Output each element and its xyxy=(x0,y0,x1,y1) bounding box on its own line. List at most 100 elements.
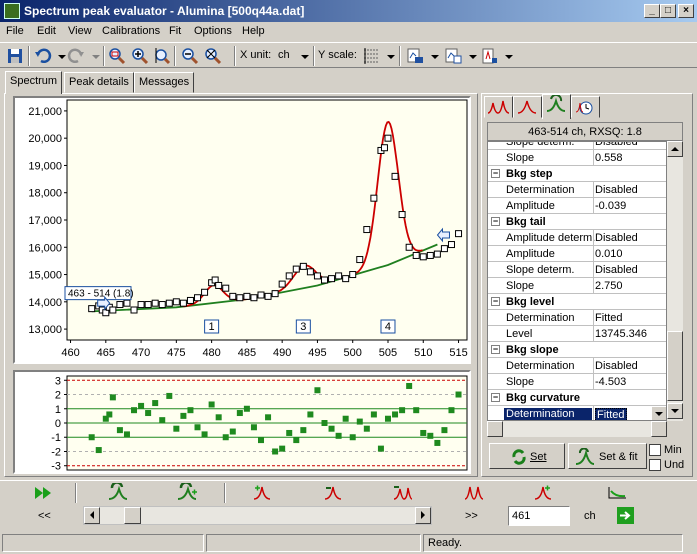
tab-background-view[interactable] xyxy=(542,93,571,119)
scroll-right-button[interactable] xyxy=(651,421,667,437)
scroll-right-button[interactable] xyxy=(415,507,431,524)
multi-peak-icon[interactable] xyxy=(463,483,485,501)
dropdown-button[interactable] xyxy=(651,406,666,420)
channel-scrollbar[interactable] xyxy=(83,506,432,525)
property-hscrollbar[interactable] xyxy=(487,421,667,437)
property-value[interactable]: 13745.346 xyxy=(595,328,647,340)
chevron-down-icon[interactable] xyxy=(295,46,315,66)
channel-input[interactable]: 461 xyxy=(508,506,570,526)
property-value[interactable]: 0.558 xyxy=(595,152,623,164)
scroll-thumb[interactable] xyxy=(667,331,683,401)
tab-messages[interactable]: Messages xyxy=(134,72,195,93)
baseline-icon[interactable] xyxy=(606,483,628,501)
collapse-icon[interactable]: − xyxy=(491,217,500,226)
minimize-button[interactable]: _ xyxy=(644,4,660,18)
go-arrow-icon[interactable] xyxy=(617,507,634,524)
maximize-button[interactable]: □ xyxy=(660,4,676,18)
zoom-region-icon[interactable] xyxy=(107,46,127,66)
property-row[interactable]: Slope determ. Disabled xyxy=(488,142,666,150)
property-category[interactable]: − Bkg tail xyxy=(488,214,666,230)
menu-view[interactable]: View xyxy=(68,25,92,37)
property-row[interactable]: Slope determ. Disabled xyxy=(488,262,666,278)
property-category[interactable]: − Bkg slope xyxy=(488,342,666,358)
collapse-icon[interactable]: − xyxy=(491,345,500,354)
property-value[interactable]: Fitted xyxy=(595,312,623,324)
chevron-down-icon[interactable] xyxy=(381,46,401,66)
add-single-peak-icon[interactable] xyxy=(532,483,554,501)
fit-background-icon[interactable] xyxy=(107,483,129,501)
property-category[interactable]: − Bkg level xyxy=(488,294,666,310)
zoom-in-icon[interactable] xyxy=(130,46,150,66)
zoom-out-icon[interactable] xyxy=(180,46,200,66)
property-value[interactable]: Disabled xyxy=(595,232,638,244)
scroll-down-button[interactable] xyxy=(667,403,683,419)
print-chart-icon[interactable] xyxy=(479,46,499,66)
property-row[interactable]: Amplitude -0.039 xyxy=(488,198,666,214)
scroll-up-button[interactable] xyxy=(667,141,683,157)
collapse-icon[interactable]: − xyxy=(491,297,500,306)
undo-icon[interactable] xyxy=(33,46,53,66)
add-peak-icon[interactable] xyxy=(251,483,273,501)
property-value[interactable]: Fitted xyxy=(595,408,627,420)
redo-icon[interactable] xyxy=(66,46,86,66)
scroll-left-button[interactable] xyxy=(487,421,503,437)
tab-peak-details[interactable]: Peak details xyxy=(64,72,134,93)
export-chart-icon[interactable] xyxy=(405,46,425,66)
property-row[interactable]: Determination Fitted xyxy=(488,406,666,420)
spectrum-chart[interactable]: 13,000 14,000 15,000 16,000 17,000 18,000 19,0… xyxy=(13,96,471,364)
next-button[interactable]: >> xyxy=(465,510,478,522)
save-icon[interactable] xyxy=(5,46,25,66)
property-row[interactable]: Level 13745.346 xyxy=(488,326,666,342)
property-row[interactable]: Amplitude 0.010 xyxy=(488,246,666,262)
tab-peaks-view[interactable] xyxy=(484,96,513,118)
menu-fit[interactable]: Fit xyxy=(169,25,181,37)
set-and-fit-button[interactable]: Set & fit xyxy=(568,443,647,469)
und-checkbox[interactable] xyxy=(649,459,661,471)
copy-chart-icon[interactable] xyxy=(443,46,463,66)
scroll-thumb[interactable] xyxy=(123,507,141,524)
collapse-icon[interactable]: − xyxy=(491,169,500,178)
property-value[interactable]: 0.010 xyxy=(595,248,623,260)
property-category[interactable]: − Bkg curvature xyxy=(488,390,666,406)
property-scrollbar[interactable] xyxy=(667,141,683,421)
zoom-vertical-icon[interactable] xyxy=(152,46,172,66)
menu-file[interactable]: File xyxy=(6,25,24,37)
property-value[interactable]: -0.039 xyxy=(595,200,626,212)
property-value[interactable]: -4.503 xyxy=(595,376,626,388)
property-value[interactable]: 2.750 xyxy=(595,280,623,292)
property-value[interactable]: Disabled xyxy=(595,184,638,196)
property-row[interactable]: Determination Fitted xyxy=(488,310,666,326)
property-row[interactable]: Amplitude determ. Disabled xyxy=(488,230,666,246)
grid-scale-icon[interactable] xyxy=(361,46,381,66)
menu-options[interactable]: Options xyxy=(194,25,232,37)
menu-calibrations[interactable]: Calibrations xyxy=(102,25,160,37)
prev-button[interactable]: << xyxy=(38,510,51,522)
property-category[interactable]: − Bkg step xyxy=(488,166,666,182)
remove-peak-icon[interactable] xyxy=(322,483,344,501)
chevron-down-icon[interactable] xyxy=(425,46,445,66)
property-grid[interactable]: Slope determ. Disabled Slope 0.558− Bkg step… xyxy=(487,141,667,421)
zoom-full-icon[interactable] xyxy=(203,46,223,66)
fit-background-plus-icon[interactable] xyxy=(176,483,198,501)
remove-peaks-icon[interactable] xyxy=(391,483,413,501)
tab-history-view[interactable] xyxy=(571,96,600,118)
xunit-select[interactable]: ch xyxy=(278,49,290,61)
property-value[interactable]: Disabled xyxy=(595,264,638,276)
property-row[interactable]: Slope -4.503 xyxy=(488,374,666,390)
tab-spectrum[interactable]: Spectrum xyxy=(5,71,63,94)
menu-help[interactable]: Help xyxy=(242,25,265,37)
scroll-left-button[interactable] xyxy=(84,507,100,524)
property-row[interactable]: Slope 2.750 xyxy=(488,278,666,294)
property-value[interactable]: Disabled xyxy=(595,142,638,148)
chevron-down-icon[interactable] xyxy=(499,46,519,66)
property-row[interactable]: Determination Disabled xyxy=(488,358,666,374)
set-button[interactable]: Set xyxy=(489,443,565,469)
close-button[interactable]: × xyxy=(678,4,694,18)
fit-all-icon[interactable] xyxy=(33,484,53,502)
property-value[interactable]: Disabled xyxy=(595,360,638,372)
collapse-icon[interactable]: − xyxy=(491,393,500,402)
property-row[interactable]: Determination Disabled xyxy=(488,182,666,198)
tab-peak-view[interactable] xyxy=(513,96,542,118)
residual-chart[interactable]: 3 2 1 0 -1 -2 -3 xyxy=(13,370,471,474)
min-checkbox[interactable] xyxy=(649,444,661,456)
